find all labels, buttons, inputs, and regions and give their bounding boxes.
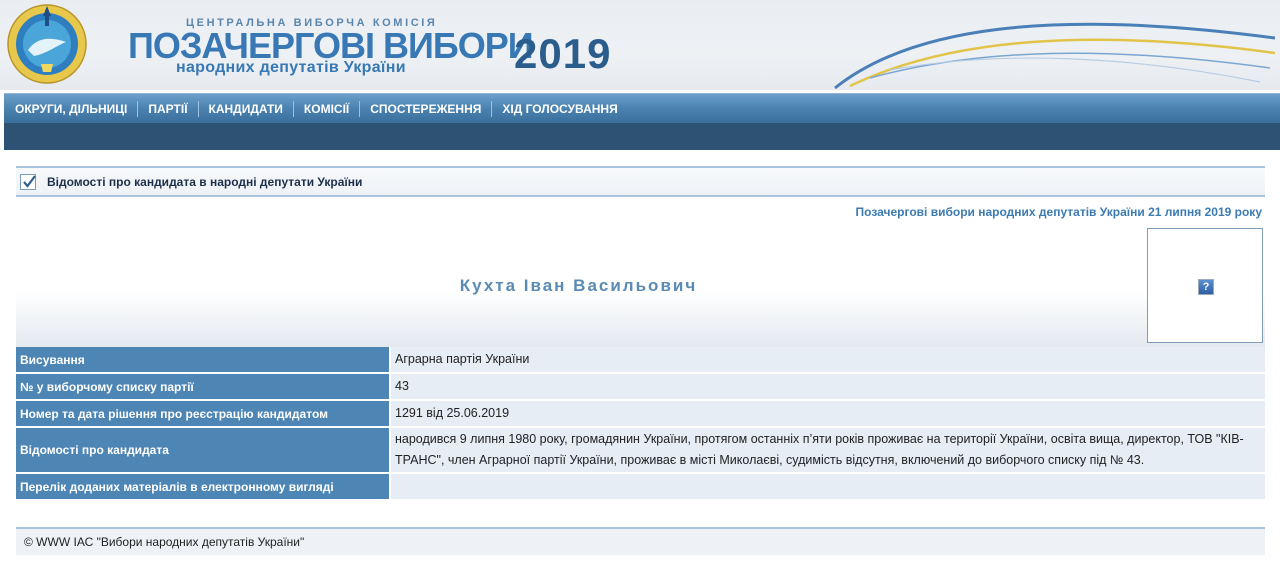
detail-label: № у виборчому списку партії: [16, 374, 391, 401]
nav-item-observation[interactable]: СПОСТЕРЕЖЕННЯ: [360, 101, 493, 117]
nav-item-parties[interactable]: ПАРТІЇ: [138, 101, 199, 117]
detail-value: 43: [391, 374, 1265, 401]
election-subtitle: народних депутатів України: [176, 59, 406, 76]
detail-label: Відомості про кандидата: [16, 428, 391, 474]
section-header: Відомості про кандидата в народні депута…: [16, 166, 1265, 197]
checkbox-icon: [20, 174, 36, 190]
footer: © WWW ІАС "Вибори народних депутатів Укр…: [16, 529, 1265, 555]
candidate-photo: ?: [1147, 228, 1263, 343]
detail-label: Висування: [16, 347, 391, 374]
header-banner: ЦЕНТРАЛЬНА ВИБОРЧА КОМІСІЯ ПОЗАЧЕРГОВІ В…: [0, 0, 1280, 90]
detail-label: Номер та дата рішення про реєстрацію кан…: [16, 401, 391, 428]
footer-copyright: © WWW ІАС "Вибори народних депутатів Укр…: [24, 535, 305, 549]
decorative-swoosh: [834, 22, 1276, 90]
missing-image-icon: ?: [1198, 279, 1214, 295]
nav-item-commissions[interactable]: КОМІСІЇ: [294, 101, 361, 117]
table-row: Номер та дата рішення про реєстрацію кан…: [16, 401, 1265, 428]
election-caption: Позачергові вибори народних депутатів Ук…: [855, 205, 1262, 219]
detail-value: 1291 від 25.06.2019: [391, 401, 1265, 428]
election-year: 2019: [514, 30, 612, 77]
cec-emblem-icon: [7, 4, 87, 84]
candidate-header: Кухта Іван Васильович ?: [16, 222, 1265, 347]
detail-value: Аграрна партія України: [391, 347, 1265, 374]
nav-item-voting-progress[interactable]: ХІД ГОЛОСУВАННЯ: [492, 101, 627, 117]
candidate-name: Кухта Іван Васильович: [459, 276, 698, 295]
section-title: Відомості про кандидата в народні депута…: [47, 175, 363, 189]
table-row: Висування Аграрна партія України: [16, 347, 1265, 374]
nav-item-candidates[interactable]: КАНДИДАТИ: [199, 101, 294, 117]
detail-value: народився 9 липня 1980 року, громадянин …: [391, 428, 1265, 474]
main-nav: ОКРУГИ, ДІЛЬНИЦІ ПАРТІЇ КАНДИДАТИ КОМІСІ…: [4, 93, 1280, 123]
detail-value: [391, 474, 1265, 501]
sub-nav-bar: [4, 123, 1280, 150]
table-row: Перелік доданих матеріалів в електронном…: [16, 474, 1265, 501]
table-row: Відомості про кандидата народився 9 липн…: [16, 428, 1265, 474]
table-row: № у виборчому списку партії 43: [16, 374, 1265, 401]
nav-item-districts[interactable]: ОКРУГИ, ДІЛЬНИЦІ: [4, 101, 139, 117]
candidate-details-table: Висування Аграрна партія України № у виб…: [16, 347, 1265, 501]
detail-label: Перелік доданих матеріалів в електронном…: [16, 474, 391, 501]
